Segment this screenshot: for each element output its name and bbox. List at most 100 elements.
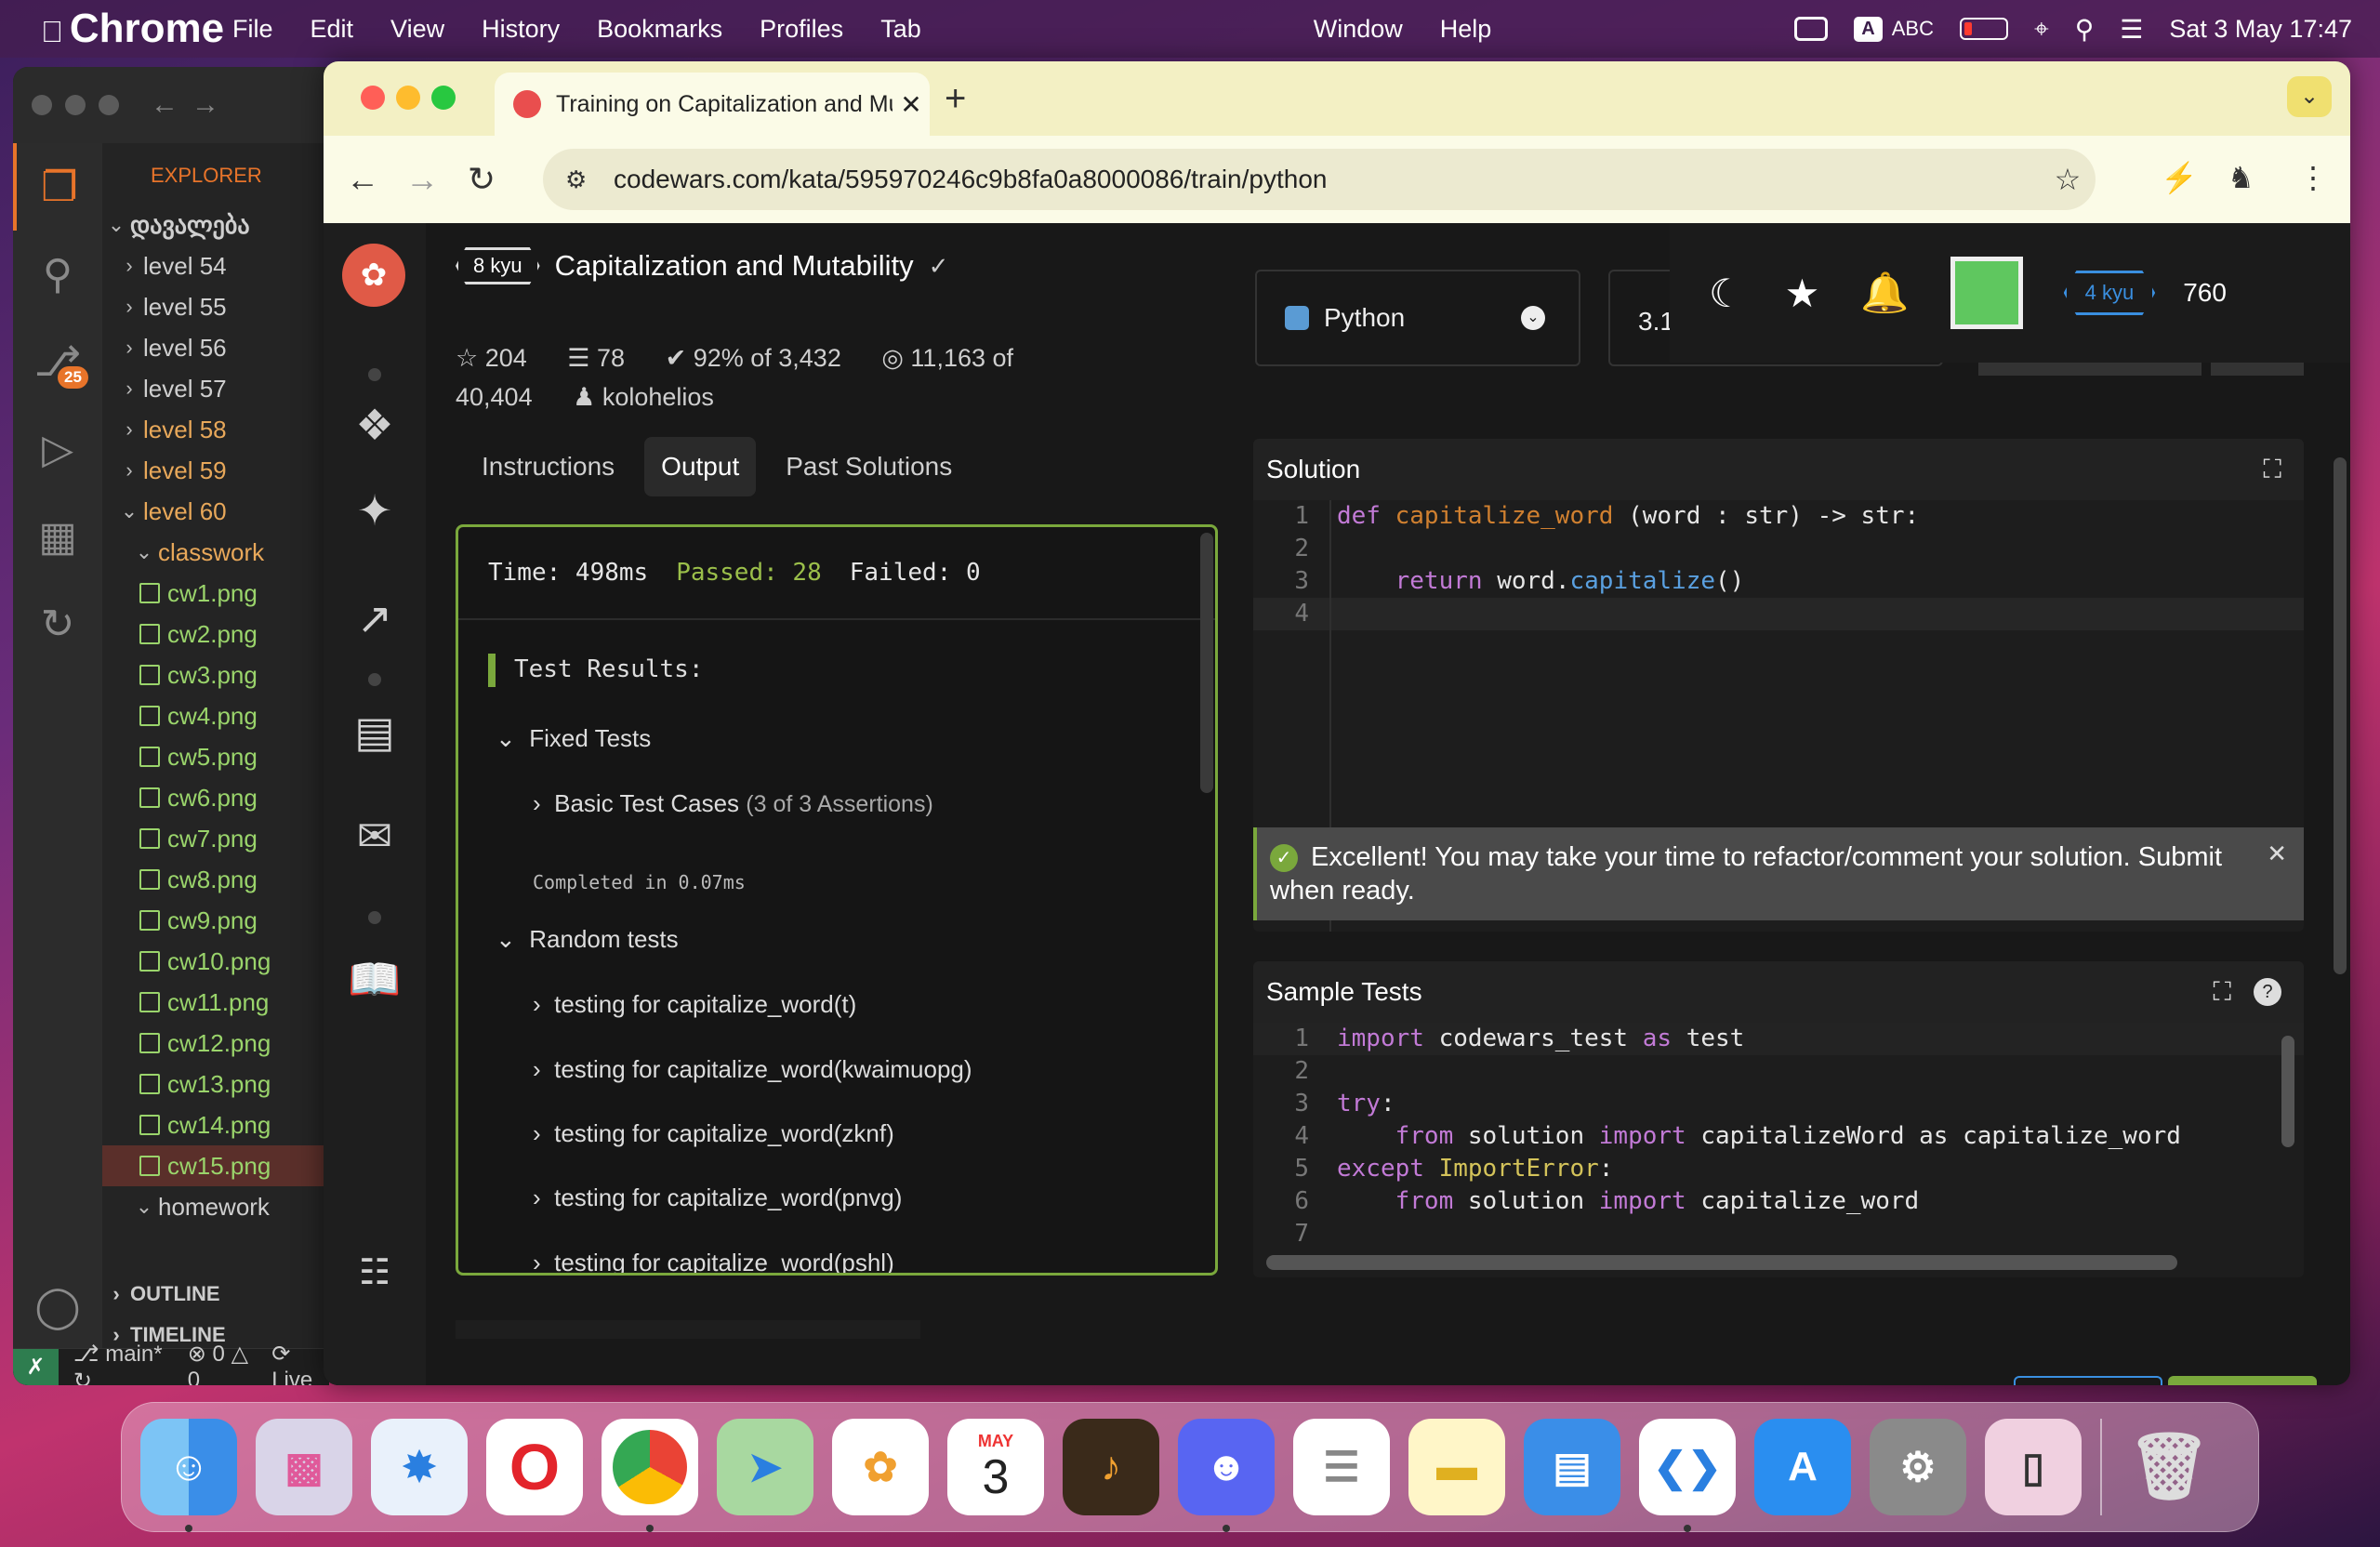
sample-tests-vscrollbar[interactable] (2281, 1036, 2294, 1147)
page-scrollbar[interactable] (2334, 457, 2347, 974)
random-test-item[interactable]: › testing for capitalize_word(t) (533, 990, 856, 1019)
sample-tests-hscrollbar[interactable] (1266, 1255, 2177, 1270)
dark-mode-moon-icon[interactable]: ☾ (1709, 271, 1744, 316)
garageband-icon[interactable]: ♪ (1063, 1419, 1159, 1515)
apple-menu-icon[interactable]:  (41, 15, 65, 48)
explorer-icon[interactable]: ❐ (13, 143, 102, 231)
training-icon[interactable]: ❖ (324, 400, 426, 450)
app-store-icon[interactable]: A (1754, 1419, 1851, 1515)
forward-arrow-icon[interactable]: → (192, 89, 219, 121)
menu-tab[interactable]: Tab (880, 15, 921, 44)
system-settings-icon[interactable]: ⚙ (1870, 1419, 1966, 1515)
discord-icon[interactable]: ☻ (1178, 1419, 1275, 1532)
practice-icon[interactable]: ✦ (324, 485, 426, 536)
tree-folder[interactable]: › level 58 (102, 409, 329, 450)
tree-file-png[interactable]: cw12.png (102, 1023, 329, 1064)
trash-icon[interactable]: 🗑 (2121, 1419, 2217, 1515)
spotlight-search-icon[interactable]: ⚲ (2075, 14, 2095, 45)
menu-app-name[interactable]: Chrome (70, 0, 224, 77)
fixed-tests-group[interactable]: ⌄ Fixed Tests (496, 724, 651, 753)
remote-indicator-icon[interactable]: ✗ (13, 1348, 59, 1385)
calendar-icon[interactable]: MAY 3 (947, 1419, 1044, 1515)
outline-section[interactable]: › OUTLINE (102, 1274, 329, 1315)
solution-editor[interactable]: 1 def capitalize_word (word : str) -> str… (1253, 500, 2304, 630)
menu-file[interactable]: File (232, 15, 273, 44)
random-tests-group[interactable]: ⌄ Random tests (496, 925, 679, 954)
random-test-item[interactable]: › testing for capitalize_word(pnvg) (533, 1183, 902, 1212)
tree-file-png[interactable]: cw14.png (102, 1104, 329, 1145)
tree-file-png[interactable]: cw7.png (102, 818, 329, 859)
branch-status[interactable]: ⎇ main* ↻ (73, 1341, 173, 1386)
input-source-icon[interactable]: A (1854, 16, 1883, 42)
fullscreen-icon[interactable]: ⛶ (2213, 977, 2231, 1008)
wifi-icon[interactable]: ⌖ (2034, 14, 2049, 45)
site-info-icon[interactable]: ⚙ (565, 165, 602, 194)
live-share-status[interactable]: ⟳ Live (271, 1341, 329, 1385)
reset-button-partial[interactable] (2014, 1376, 2162, 1385)
folder-root[interactable]: ⌄ დავალება (102, 205, 329, 245)
tree-file-png[interactable]: cw15.png (102, 1145, 329, 1186)
bookmark-star-icon[interactable]: ☆ (2040, 162, 2096, 197)
reminders-icon[interactable]: ☰ (1293, 1419, 1390, 1515)
tab-instructions[interactable]: Instructions (465, 437, 631, 496)
menu-edit[interactable]: Edit (311, 15, 354, 44)
author-stat[interactable]: ♟ kolohelios (573, 383, 731, 411)
tab-search-chevron-icon[interactable]: ⌄ (2287, 76, 2332, 117)
discuss-icon[interactable]: ✉ (324, 811, 426, 861)
tree-file-png[interactable]: cw10.png (102, 941, 329, 982)
extensions-icon[interactable]: ▦ (13, 493, 102, 580)
chrome-icon[interactable] (602, 1419, 698, 1532)
close-window-icon[interactable] (361, 86, 385, 110)
screen-mirroring-icon[interactable] (1794, 17, 1829, 41)
tree-folder-open[interactable]: ⌄ level 60 (102, 491, 329, 532)
leaderboard-icon[interactable]: ↗ (324, 593, 426, 643)
zoom-window-icon[interactable] (99, 95, 119, 115)
back-arrow-icon[interactable]: ← (151, 89, 178, 121)
avatar[interactable] (1950, 257, 2023, 329)
run-debug-icon[interactable]: ▷ (13, 405, 102, 493)
profile-avatar-icon[interactable]: ♞ (2228, 160, 2254, 195)
source-control-icon[interactable]: ⎇ 25 (13, 318, 102, 405)
tree-file-png[interactable]: cw5.png (102, 736, 329, 777)
safari-icon[interactable]: ✸ (371, 1419, 468, 1515)
submit-button-partial[interactable] (2168, 1376, 2317, 1385)
extension-icon[interactable]: ⚡ (2161, 160, 2198, 195)
help-icon[interactable]: ? (2254, 978, 2281, 1006)
random-test-item[interactable]: › testing for capitalize_word(kwaimuopg) (533, 1055, 972, 1084)
tree-file-png[interactable]: cw13.png (102, 1064, 329, 1104)
chrome-menu-icon[interactable]: ⋮ (2298, 160, 2328, 195)
tree-subfolder[interactable]: ⌄ classwork (102, 532, 329, 573)
problems-status[interactable]: ⊗ 0 △ 0 (188, 1341, 257, 1385)
menu-view[interactable]: View (390, 15, 444, 44)
tree-folder[interactable]: › level 56 (102, 327, 329, 368)
minimize-window-icon[interactable] (396, 86, 420, 110)
menu-history[interactable]: History (482, 15, 560, 44)
new-tab-icon[interactable]: + (945, 78, 966, 120)
tab-past-solutions[interactable]: Past Solutions (769, 437, 969, 496)
menu-help[interactable]: Help (1440, 15, 1492, 44)
keynote-icon[interactable]: ▤ (1524, 1419, 1620, 1515)
language-select[interactable]: Python ⌄ (1255, 270, 1580, 366)
account-icon[interactable]: ◯ (13, 1263, 102, 1350)
finder-icon[interactable]: ☺ (140, 1419, 237, 1532)
remote-explorer-icon[interactable]: ↻ (13, 580, 102, 668)
output-scrollbar[interactable] (1200, 533, 1213, 793)
news-icon[interactable]: ☷ (324, 1251, 426, 1293)
menu-window[interactable]: Window (1314, 15, 1403, 44)
back-arrow-icon[interactable]: ← (333, 160, 392, 199)
tree-file-png[interactable]: cw4.png (102, 695, 329, 736)
address-bar[interactable]: ⚙ codewars.com/kata/595970246c9b8fa0a800… (543, 149, 2096, 210)
collections-stat[interactable]: ☰ 78 (567, 344, 641, 372)
tree-file-png[interactable]: cw8.png (102, 859, 329, 900)
menu-bookmarks[interactable]: Bookmarks (597, 15, 722, 44)
tree-file-png[interactable]: cw11.png (102, 982, 329, 1023)
tree-file-png[interactable]: cw6.png (102, 777, 329, 818)
tree-file-png[interactable]: cw1.png (102, 573, 329, 614)
discord-icon[interactable]: ▤ (324, 707, 426, 757)
opera-icon[interactable]: O (486, 1419, 583, 1515)
fullscreen-icon[interactable]: ⛶ (2263, 455, 2281, 485)
random-test-item[interactable]: › testing for capitalize_word(pshl) (533, 1249, 894, 1273)
tree-subfolder[interactable]: ⌄ homework (102, 1186, 329, 1227)
random-test-item[interactable]: › testing for capitalize_word(zknf) (533, 1119, 894, 1148)
browser-tab-active[interactable]: Training on Capitalization and Mutabilit… (495, 73, 930, 136)
